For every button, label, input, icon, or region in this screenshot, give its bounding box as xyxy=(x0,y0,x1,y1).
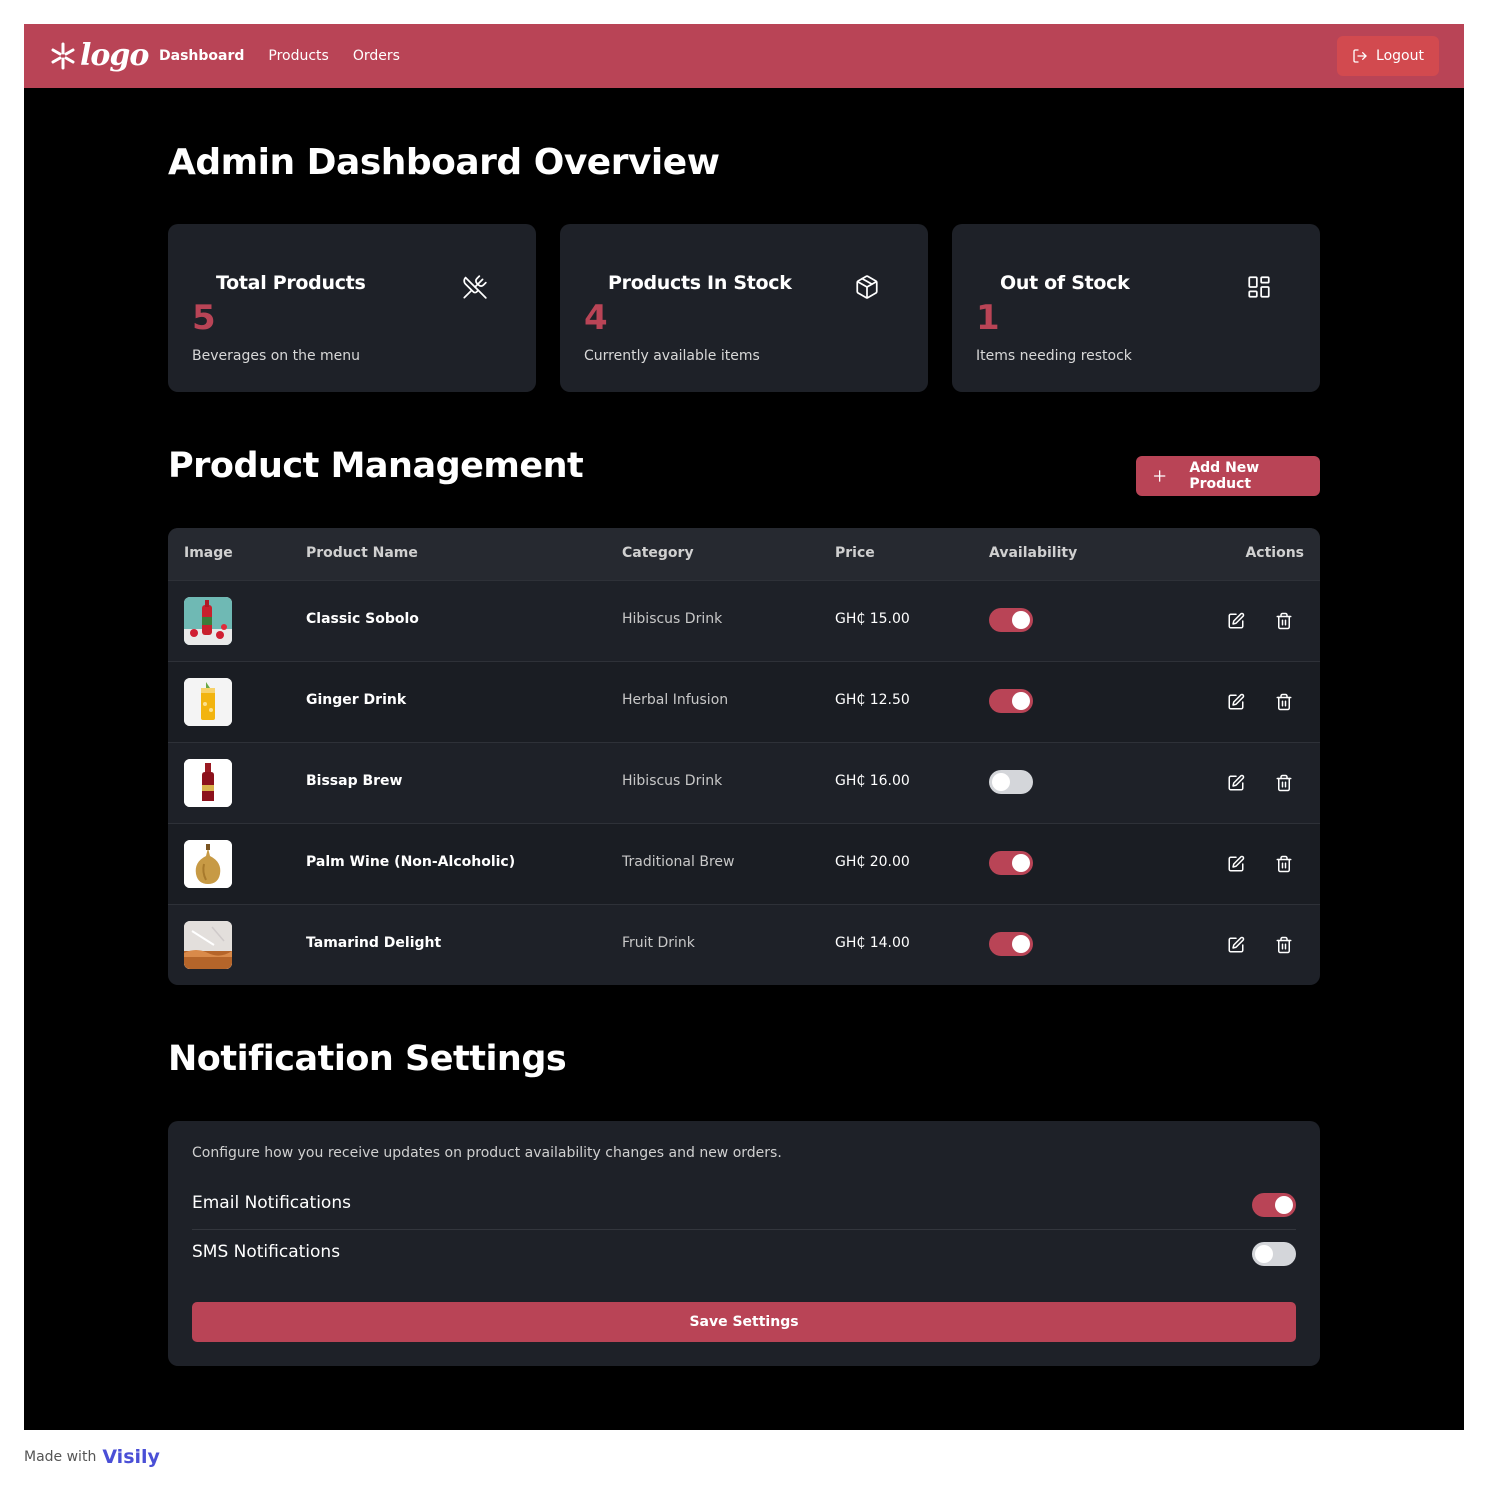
notification-description: Configure how you receive updates on pro… xyxy=(192,1145,782,1161)
column-header-actions: Actions xyxy=(1245,545,1304,561)
product-image xyxy=(184,840,232,888)
trash-icon[interactable] xyxy=(1275,693,1293,711)
column-header-name: Product Name xyxy=(306,545,418,561)
package-icon xyxy=(856,275,878,299)
column-header-category: Category xyxy=(622,545,694,561)
availability-toggle[interactable] xyxy=(989,770,1033,794)
product-price: GH₵ 12.50 xyxy=(835,692,910,708)
top-navbar: logo Dashboard Products Orders Logout xyxy=(24,24,1464,88)
column-header-price: Price xyxy=(835,545,875,561)
email-notifications-toggle[interactable] xyxy=(1252,1193,1296,1217)
email-notifications-label: Email Notifications xyxy=(192,1193,351,1213)
toggle-knob xyxy=(1255,1245,1273,1263)
stat-description: Currently available items xyxy=(584,348,760,364)
made-with-badge[interactable]: Made with Visily xyxy=(24,1446,160,1468)
toggle-knob xyxy=(1012,611,1030,629)
notification-settings-card: Configure how you receive updates on pro… xyxy=(168,1121,1320,1366)
stat-title: Total Products xyxy=(216,272,366,294)
made-with-label: Made with xyxy=(24,1449,97,1465)
logo-text: logo xyxy=(80,38,149,73)
stat-card-out-of-stock: Out of Stock 1 Items needing restock xyxy=(952,224,1320,392)
add-product-label: Add New Product xyxy=(1189,460,1260,492)
availability-toggle[interactable] xyxy=(989,689,1033,713)
product-name: Bissap Brew xyxy=(306,773,403,789)
table-row: Classic Sobolo Hibiscus Drink GH₵ 15.00 xyxy=(168,580,1320,661)
product-category: Herbal Infusion xyxy=(622,692,729,708)
product-image xyxy=(184,678,232,726)
product-price: GH₵ 15.00 xyxy=(835,611,910,627)
product-price: GH₵ 16.00 xyxy=(835,773,910,789)
product-name: Palm Wine (Non-Alcoholic) xyxy=(306,854,516,870)
toggle-knob xyxy=(1012,854,1030,872)
logout-button[interactable]: Logout xyxy=(1337,36,1439,76)
toggle-knob xyxy=(1275,1196,1293,1214)
stat-value: 4 xyxy=(584,298,608,338)
column-header-image: Image xyxy=(184,545,233,561)
product-image xyxy=(184,597,232,645)
trash-icon[interactable] xyxy=(1275,855,1293,873)
table-row: Tamarind Delight Fruit Drink GH₵ 14.00 xyxy=(168,904,1320,985)
grid-icon xyxy=(1248,276,1270,298)
section-title-notifications: Notification Settings xyxy=(168,1039,567,1079)
save-settings-button[interactable]: Save Settings xyxy=(192,1302,1296,1342)
nav-link-orders[interactable]: Orders xyxy=(353,48,400,64)
nav-link-dashboard[interactable]: Dashboard xyxy=(159,48,244,64)
stat-card-total-products: Total Products 5 Beverages on the menu xyxy=(168,224,536,392)
trash-icon[interactable] xyxy=(1275,612,1293,630)
logout-label: Logout xyxy=(1376,48,1424,64)
products-table: Image Product Name Category Price Availa… xyxy=(168,528,1320,985)
product-price: GH₵ 20.00 xyxy=(835,854,910,870)
nav-links: Dashboard Products Orders xyxy=(159,24,400,88)
stat-card-in-stock: Products In Stock 4 Currently available … xyxy=(560,224,928,392)
availability-toggle[interactable] xyxy=(989,932,1033,956)
sms-notifications-label: SMS Notifications xyxy=(192,1242,341,1262)
stat-value: 5 xyxy=(192,298,216,338)
edit-icon[interactable] xyxy=(1227,855,1245,873)
product-name: Ginger Drink xyxy=(306,692,407,708)
product-category: Hibiscus Drink xyxy=(622,611,723,627)
product-category: Hibiscus Drink xyxy=(622,773,723,789)
log-out-icon xyxy=(1353,49,1367,63)
sparkle-logo-icon xyxy=(51,42,75,69)
stat-description: Items needing restock xyxy=(976,348,1132,364)
availability-toggle[interactable] xyxy=(989,608,1033,632)
utensils-crossed-icon xyxy=(463,275,487,299)
plus-icon xyxy=(1153,470,1166,482)
toggle-knob xyxy=(1012,692,1030,710)
toggle-knob xyxy=(992,773,1010,791)
section-title-products: Product Management xyxy=(168,446,584,486)
logo[interactable]: logo xyxy=(50,38,149,73)
table-row: Bissap Brew Hibiscus Drink GH₵ 16.00 xyxy=(168,742,1320,823)
stat-value: 1 xyxy=(976,298,1000,338)
table-header: Image Product Name Category Price Availa… xyxy=(168,528,1320,580)
product-name: Classic Sobolo xyxy=(306,611,419,627)
trash-icon[interactable] xyxy=(1275,936,1293,954)
product-category: Traditional Brew xyxy=(622,854,735,870)
trash-icon[interactable] xyxy=(1275,774,1293,792)
visily-logo: Visily xyxy=(102,1446,160,1468)
divider xyxy=(192,1229,1296,1230)
product-image xyxy=(184,921,232,969)
edit-icon[interactable] xyxy=(1227,612,1245,630)
toggle-knob xyxy=(1012,935,1030,953)
product-price: GH₵ 14.00 xyxy=(835,935,910,951)
product-name: Tamarind Delight xyxy=(306,935,442,951)
nav-link-products[interactable]: Products xyxy=(268,48,328,64)
product-category: Fruit Drink xyxy=(622,935,695,951)
column-header-availability: Availability xyxy=(989,545,1078,561)
stat-title: Products In Stock xyxy=(608,272,792,294)
edit-icon[interactable] xyxy=(1227,936,1245,954)
table-row: Ginger Drink Herbal Infusion GH₵ 12.50 xyxy=(168,661,1320,742)
table-row: Palm Wine (Non-Alcoholic) Traditional Br… xyxy=(168,823,1320,904)
app-frame: logo Dashboard Products Orders Logout Ad… xyxy=(24,24,1464,1430)
sms-notifications-toggle[interactable] xyxy=(1252,1242,1296,1266)
product-image xyxy=(184,759,232,807)
add-product-button[interactable]: Add New Product xyxy=(1136,456,1320,496)
stat-description: Beverages on the menu xyxy=(192,348,361,364)
page-title: Admin Dashboard Overview xyxy=(168,142,720,183)
stat-title: Out of Stock xyxy=(1000,272,1130,294)
edit-icon[interactable] xyxy=(1227,774,1245,792)
edit-icon[interactable] xyxy=(1227,693,1245,711)
availability-toggle[interactable] xyxy=(989,851,1033,875)
